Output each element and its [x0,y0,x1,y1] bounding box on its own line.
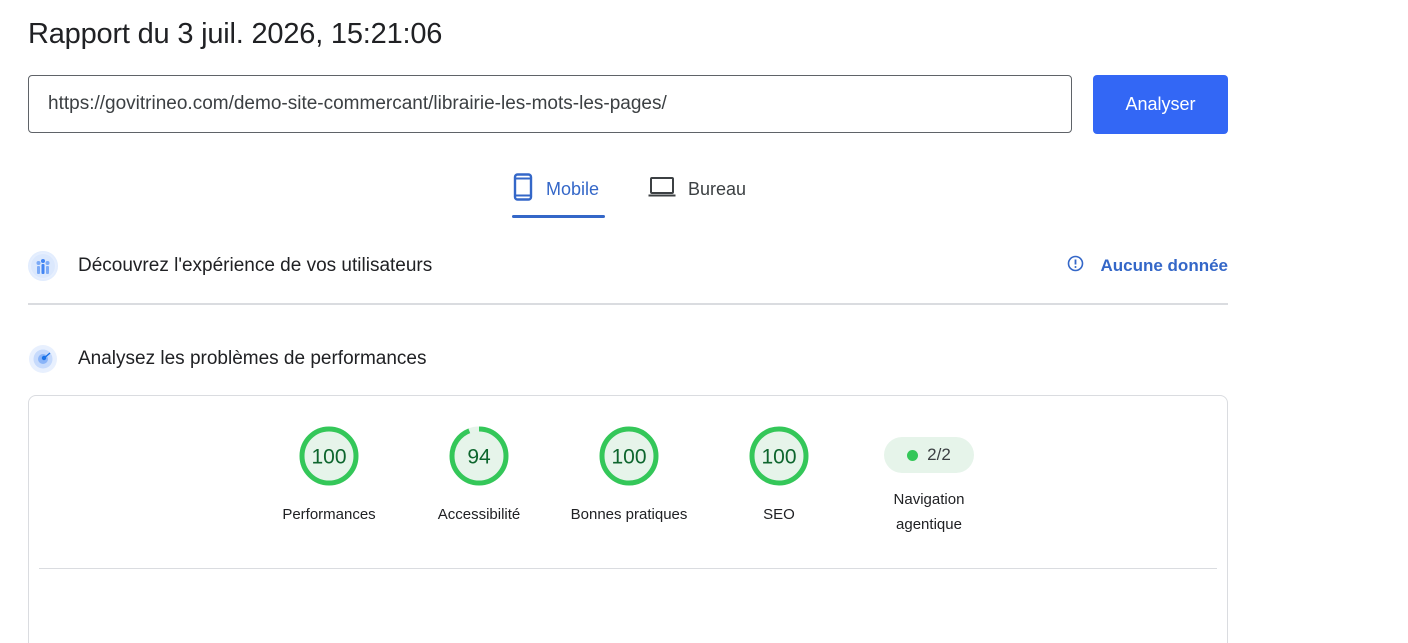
agentic-navigation-score[interactable]: 2/2 Navigation agentique [864,424,994,537]
card-divider [39,568,1217,569]
score-value: 100 [311,446,346,469]
agentic-label-line2: agentique [896,516,962,533]
score-gauge-best-practices[interactable]: 100 Bonnes pratiques [564,424,694,527]
analyze-button[interactable]: Analyser [1093,75,1228,134]
perf-section-title: Analysez les problèmes de performances [78,348,427,369]
score-value: 100 [611,446,646,469]
ux-section-title: Découvrez l'expérience de vos utilisateu… [78,255,433,276]
score-label: Bonnes pratiques [570,506,688,523]
section-divider [28,303,1228,305]
score-gauge-accessibility[interactable]: 94 Accessibilité [414,424,544,527]
device-tabs: Mobile Bureau [0,160,1256,220]
tab-mobile[interactable]: Mobile [512,160,605,218]
url-input[interactable] [28,75,1072,133]
active-tab-indicator [512,215,605,218]
agentic-score-pill: 2/2 [884,437,974,473]
users-chart-icon [28,251,58,281]
agentic-score-value: 2/2 [927,445,951,464]
ux-section-header[interactable]: Découvrez l'expérience de vos utilisateu… [28,241,1228,291]
laptop-icon [648,176,676,203]
score-value: 100 [761,446,796,469]
gauge-ring: 94 [449,426,509,486]
radar-icon [28,344,58,374]
smartphone-icon [512,172,534,206]
score-value: 94 [467,446,491,469]
status-dot-icon [907,449,919,461]
gauge-ring: 100 [749,426,809,486]
score-gauge-performance[interactable]: 100 Performances [264,424,394,527]
tab-desktop-label: Bureau [688,178,747,199]
score-label: Accessibilité [437,506,521,523]
page-title: Rapport du 3 juil. 2026, 15:21:06 [28,18,443,50]
info-icon [1067,255,1084,277]
perf-section-header[interactable]: Analysez les problèmes de performances [28,334,1228,384]
agentic-score-label: Navigation agentique [894,487,965,537]
scores-card: 100 Performances 94 Accessibilité 100 Bo… [28,395,1228,643]
gauge-ring: 100 [299,426,359,486]
score-label: SEO [763,506,795,523]
score-label: Performances [282,506,376,523]
score-gauge-seo[interactable]: 100 SEO [714,424,844,527]
no-data-status[interactable]: Aucune donnée [1067,255,1228,277]
agentic-label-line1: Navigation [893,491,965,508]
no-data-label: Aucune donnée [1100,256,1228,275]
gauge-ring: 100 [599,426,659,486]
tab-mobile-label: Mobile [546,178,600,199]
report-page: Rapport du 3 juil. 2026, 15:21:06 Analys… [0,0,1408,643]
tab-desktop[interactable]: Bureau [648,160,758,218]
